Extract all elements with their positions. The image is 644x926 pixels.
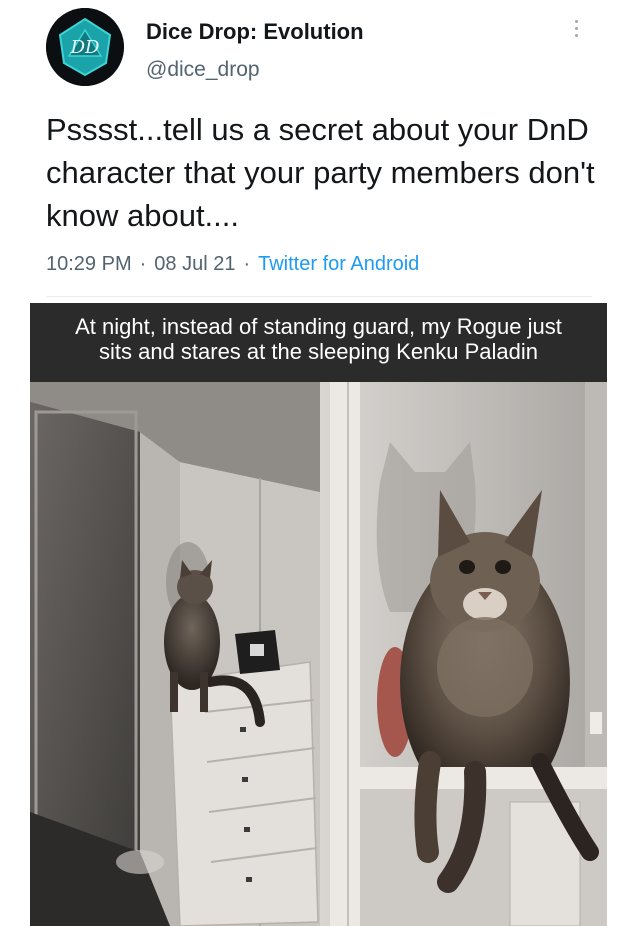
tweet-card: DD Dice Drop: Evolution @dice_drop Pssss… [0,0,644,297]
d20-dice-logo-icon: DD [46,8,124,86]
caption-line-2: sits and stares at the sleeping Kenku Pa… [98,339,539,364]
caption-line-1: At night, instead of standing guard, my … [75,314,562,339]
meme-caption: At night, instead of standing guard, my … [30,303,607,382]
user-handle[interactable]: @dice_drop [146,58,260,82]
avatar-initials: DD [70,37,100,58]
meme-image[interactable]: At night, instead of standing guard, my … [30,303,607,926]
tweet-text: Psssst...tell us a secret about your DnD… [46,112,595,233]
display-name[interactable]: Dice Drop: Evolution [146,19,364,45]
more-vertical-icon[interactable] [569,20,583,48]
tweet-date[interactable]: 08 Jul 21 [154,253,235,275]
cat-photo-illustration [30,382,607,926]
separator-dot: · [139,253,147,275]
tweet-time[interactable]: 10:29 PM [46,253,132,275]
separator-dot: · [243,253,251,275]
tweet-meta: 10:29 PM · 08 Jul 21 · Twitter for Android [46,253,419,276]
tweet-source-link[interactable]: Twitter for Android [258,253,419,275]
divider [46,296,592,297]
cat-photo [30,382,607,926]
avatar[interactable]: DD [46,8,124,86]
